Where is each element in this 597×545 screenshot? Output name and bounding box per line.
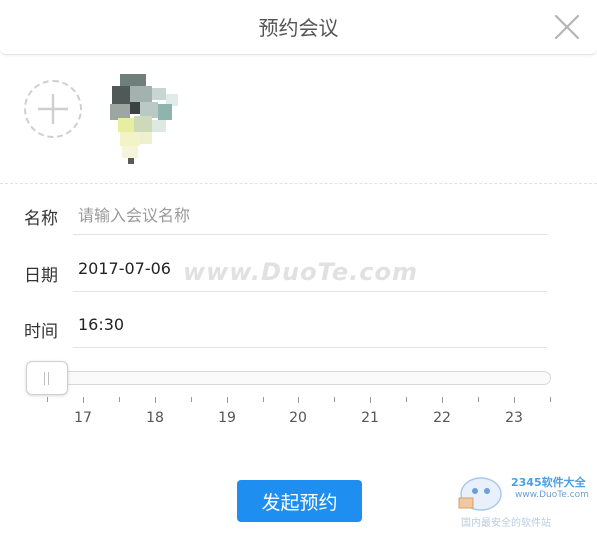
scale-tick	[514, 397, 515, 403]
dialog-header: 预约会议	[0, 0, 597, 55]
time-value: 16:30	[78, 315, 125, 334]
plus-icon	[38, 94, 68, 124]
name-label: 名称	[24, 209, 58, 229]
scale-tick	[191, 397, 192, 402]
scale-tick	[263, 397, 264, 402]
scale-hour-label: 18	[146, 410, 164, 426]
submit-reservation-button[interactable]: 发起预约	[237, 480, 362, 522]
watermark-slogan: 国内最安全的软件站	[461, 518, 551, 529]
scale-tick	[442, 397, 443, 403]
watermark-brand: 2345软件大全	[511, 476, 586, 489]
time-field[interactable]: 16:30	[73, 311, 547, 348]
mascot-icon	[458, 477, 502, 511]
scale-tick	[227, 397, 228, 403]
meeting-reservation-dialog: 预约会议 名称 日期	[0, 0, 597, 545]
time-label: 时间	[24, 322, 58, 342]
scale-hour-label: 21	[361, 410, 379, 426]
scale-hour-label: 19	[218, 410, 236, 426]
scale-tick	[370, 397, 371, 403]
watermark-url: www.DuoTe.com	[515, 490, 589, 500]
grip-icon	[44, 372, 45, 385]
scale-tick	[83, 397, 84, 403]
scale-tick	[155, 397, 156, 403]
scale-tick	[406, 397, 407, 402]
scale-tick	[550, 397, 551, 402]
close-icon	[554, 14, 580, 40]
participant-avatar[interactable]	[106, 74, 186, 166]
scale-tick	[47, 397, 48, 402]
scale-hour-label: 17	[74, 410, 92, 426]
watermark-logo: 2345软件大全 www.DuoTe.com 国内最安全的软件站	[455, 466, 595, 532]
add-participant-button[interactable]	[24, 80, 82, 138]
scale-tick	[478, 397, 479, 402]
scale-hour-label: 23	[505, 410, 523, 426]
watermark-text: www.DuoTe.com	[183, 258, 418, 286]
date-label: 日期	[24, 266, 58, 286]
meeting-name-input[interactable]	[78, 202, 518, 228]
scale-tick	[334, 397, 335, 402]
name-field	[73, 198, 547, 235]
scale-tick	[298, 397, 299, 403]
scale-tick	[119, 397, 120, 402]
time-slider-handle[interactable]	[26, 361, 68, 395]
scale-hour-label: 20	[289, 410, 307, 426]
close-button[interactable]	[552, 12, 582, 42]
section-divider	[0, 183, 597, 184]
time-slider-track[interactable]	[28, 371, 551, 385]
scale-hour-label: 22	[433, 410, 451, 426]
dialog-title: 预约会议	[258, 16, 339, 40]
